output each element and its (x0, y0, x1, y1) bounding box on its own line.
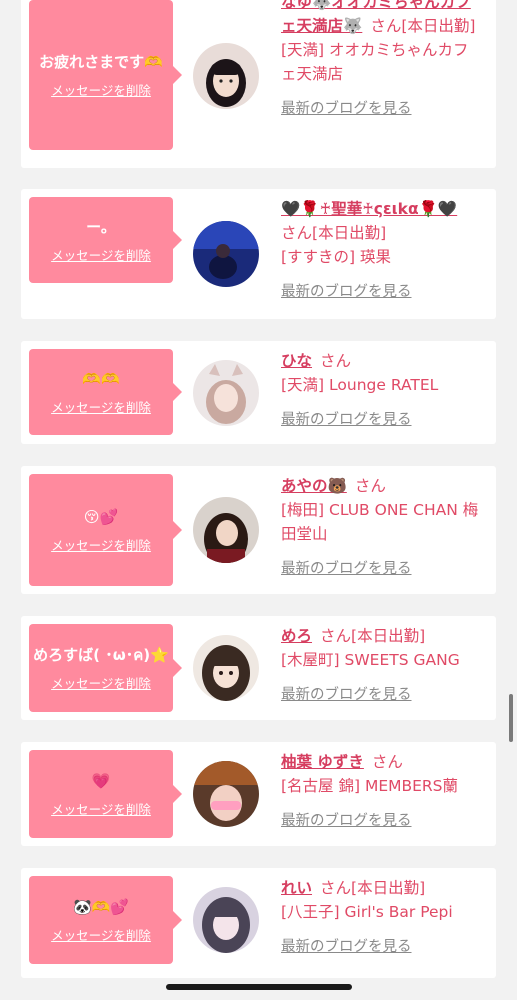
honorific: さん (320, 627, 352, 645)
message-text: お疲れさまです🫶 (39, 52, 163, 71)
honorific: さん (281, 224, 313, 242)
honorific: さん (371, 753, 403, 771)
delete-message-link[interactable]: メッセージを削除 (51, 397, 151, 416)
message-list: お疲れさまです🫶 メッセージを削除 なゆ🐺オオカミちゃんカフェ天満店🐺 さん[本日… (0, 0, 517, 1000)
message-card: 💗 メッセージを削除 柚葉 ゆずき さん [名古屋 錦] MEMBERS蘭 最新の… (21, 742, 496, 846)
delete-message-link[interactable]: メッセージを削除 (51, 80, 151, 99)
message-bubble: ー。 メッセージを削除 (29, 197, 182, 283)
latest-blog-link[interactable]: 最新のブログを見る (281, 284, 412, 300)
latest-blog-link[interactable]: 最新のブログを見る (281, 939, 412, 955)
shop-label: [天満] Lounge RATEL (281, 376, 439, 394)
message-bubble: 😚💕 メッセージを削除 (29, 474, 182, 586)
avatar[interactable] (193, 761, 259, 827)
status-label: [本日出勤] (351, 627, 426, 645)
message-card: 🫶🫶 メッセージを削除 ひな さん [天満] Lounge RATEL 最新のブロ… (21, 341, 496, 444)
profile-info: れい さん[本日出勤] [八王子] Girl's Bar Pepi 最新のブログを… (281, 876, 481, 959)
message-bubble: めろすば( ･ω･ค)⭐️ メッセージを削除 (29, 624, 182, 712)
status-label: [本日出勤] (351, 879, 426, 897)
status-label: [本日出勤] (312, 224, 387, 242)
shop-label: [梅田] CLUB ONE CHAN 梅田堂山 (281, 501, 479, 543)
message-text: めろすば( ･ω･ค)⭐️ (33, 645, 169, 664)
honorific: さん (320, 879, 352, 897)
avatar[interactable] (193, 497, 259, 563)
scrollbar[interactable] (509, 694, 513, 742)
honorific: さん (370, 17, 402, 35)
latest-blog-link[interactable]: 最新のブログを見る (281, 561, 412, 577)
delete-message-link[interactable]: メッセージを削除 (51, 245, 151, 264)
latest-blog-link[interactable]: 最新のブログを見る (281, 101, 412, 117)
message-card: ー。 メッセージを削除 🖤🌹♰聖華♰ςειkα🌹🖤 さん[本日出勤] [すすきの… (21, 189, 496, 319)
status-label: [本日出勤] (401, 17, 476, 35)
avatar[interactable] (193, 43, 259, 109)
profile-info: ひな さん [天満] Lounge RATEL 最新のブログを見る (281, 349, 481, 432)
home-indicator[interactable] (166, 984, 352, 990)
message-text: 🫶🫶 (82, 369, 120, 388)
latest-blog-link[interactable]: 最新のブログを見る (281, 813, 412, 829)
profile-name-link[interactable]: 柚葉 ゆずき (281, 753, 364, 771)
honorific: さん (354, 477, 386, 495)
message-bubble: 🫶🫶 メッセージを削除 (29, 349, 182, 435)
profile-info: 柚葉 ゆずき さん [名古屋 錦] MEMBERS蘭 最新のブログを見る (281, 750, 481, 833)
profile-info: あやの🐻 さん [梅田] CLUB ONE CHAN 梅田堂山 最新のブログを見る (281, 474, 481, 581)
avatar[interactable] (193, 221, 259, 287)
message-text: 😚💕 (83, 507, 119, 526)
delete-message-link[interactable]: メッセージを削除 (51, 925, 151, 944)
message-text: ー。 (86, 217, 116, 236)
shop-label: [すすきの] 瑛果 (281, 248, 392, 266)
message-card: めろすば( ･ω･ค)⭐️ メッセージを削除 めろ さん[本日出勤] [木屋町] … (21, 616, 496, 720)
profile-info: めろ さん[本日出勤] [木屋町] SWEETS GANG 最新のブログを見る (281, 624, 481, 707)
latest-blog-link[interactable]: 最新のブログを見る (281, 687, 412, 703)
shop-label: [天満] オオカミちゃんカフェ天満店 (281, 41, 469, 83)
shop-label: [名古屋 錦] MEMBERS蘭 (281, 777, 459, 795)
avatar[interactable] (193, 360, 259, 426)
avatar[interactable] (193, 635, 259, 701)
delete-message-link[interactable]: メッセージを削除 (51, 673, 151, 692)
latest-blog-link[interactable]: 最新のブログを見る (281, 412, 412, 428)
message-bubble: 💗 メッセージを削除 (29, 750, 182, 838)
message-card: 🐼🫶💕 メッセージを削除 れい さん[本日出勤] [八王子] Girl's Bar… (21, 868, 496, 978)
message-text: 🐼🫶💕 (72, 897, 130, 916)
message-bubble: お疲れさまです🫶 メッセージを削除 (29, 0, 182, 150)
shop-label: [八王子] Girl's Bar Pepi (281, 903, 453, 921)
profile-info: 🖤🌹♰聖華♰ςειkα🌹🖤 さん[本日出勤] [すすきの] 瑛果 最新のブログを… (281, 197, 481, 304)
message-card: 😚💕 メッセージを削除 あやの🐻 さん [梅田] CLUB ONE CHAN 梅田… (21, 466, 496, 594)
profile-name-link[interactable]: めろ (281, 627, 312, 645)
profile-info: なゆ🐺オオカミちゃんカフェ天満店🐺 さん[本日出勤] [天満] オオカミちゃんカフ… (281, 0, 481, 121)
shop-label: [木屋町] SWEETS GANG (281, 651, 460, 669)
honorific: さん (320, 352, 352, 370)
profile-name-link[interactable]: 🖤🌹♰聖華♰ςειkα🌹🖤 (281, 200, 457, 218)
message-card: お疲れさまです🫶 メッセージを削除 なゆ🐺オオカミちゃんカフェ天満店🐺 さん[本日… (21, 0, 496, 168)
profile-name-link[interactable]: あやの🐻 (281, 477, 347, 495)
avatar[interactable] (193, 887, 259, 953)
message-bubble: 🐼🫶💕 メッセージを削除 (29, 876, 182, 964)
delete-message-link[interactable]: メッセージを削除 (51, 535, 151, 554)
profile-name-link[interactable]: れい (281, 879, 312, 897)
delete-message-link[interactable]: メッセージを削除 (51, 799, 151, 818)
profile-name-link[interactable]: ひな (281, 352, 312, 370)
message-text: 💗 (91, 771, 111, 790)
